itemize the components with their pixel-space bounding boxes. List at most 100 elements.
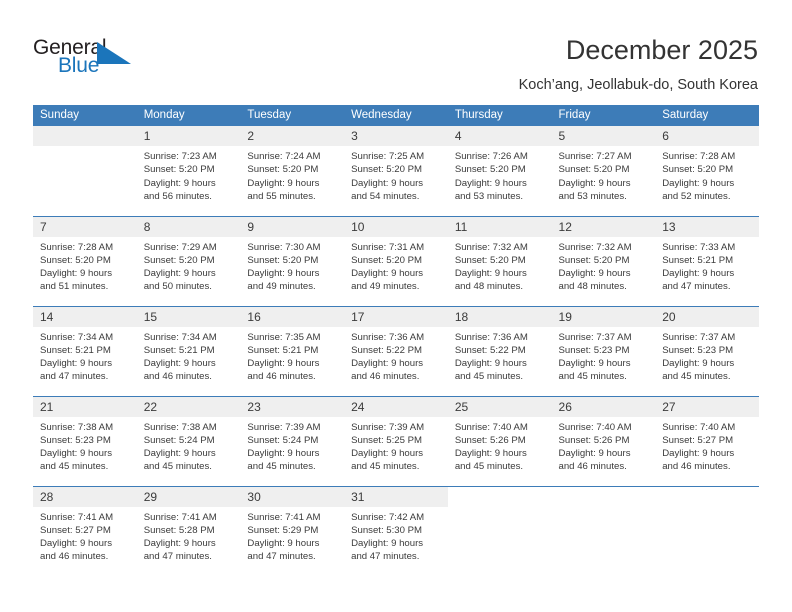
calendar-day-cell[interactable]: 5 Sunrise: 7:27 AM Sunset: 5:20 PM Daylight… [551, 126, 656, 216]
calendar-day-cell[interactable]: 25 Sunrise: 7:40 AM Sunset: 5:26 PM Dayligh… [447, 395, 552, 486]
calendar-day-cell[interactable]: 2 Sunrise: 7:24 AM Sunset: 5:20 PM Daylight… [240, 126, 345, 216]
calendar-day-cell[interactable]: 16 Sunrise: 7:35 AM Sunset: 5:21 PM Dayligh… [240, 305, 345, 396]
day-number: 17 [344, 306, 448, 327]
day-number: 7 [33, 216, 137, 237]
weekday-header-saturday: Saturday [655, 105, 759, 126]
sunset-time: Sunset: 5:28 PM [143, 524, 215, 536]
calendar-day-cell[interactable]: 3 Sunrise: 7:25 AM Sunset: 5:20 PM Daylight… [344, 126, 448, 216]
calendar-empty-cell [551, 485, 656, 576]
day-number: 29 [136, 486, 241, 507]
daylight-duration-line1: Daylight: 9 hours [454, 358, 527, 370]
calendar-day-cell[interactable]: 31 Sunrise: 7:42 AM Sunset: 5:30 PM Dayligh… [344, 485, 448, 576]
daylight-duration-line1: Daylight: 9 hours [558, 358, 631, 370]
sunset-time: Sunset: 5:20 PM [351, 164, 423, 176]
daylight-duration-line1: Daylight: 9 hours [351, 448, 424, 460]
calendar-day-cell[interactable]: 30 Sunrise: 7:41 AM Sunset: 5:29 PM Dayligh… [240, 485, 345, 576]
sunrise-time: Sunrise: 7:35 AM [247, 331, 321, 343]
daylight-duration-line1: Daylight: 9 hours [40, 538, 112, 550]
calendar-day-cell[interactable]: 24 Sunrise: 7:39 AM Sunset: 5:25 PM Dayligh… [344, 395, 448, 486]
general-blue-logo[interactable]: General Blue [33, 36, 153, 82]
sunrise-time: Sunrise: 7:32 AM [454, 241, 528, 253]
daylight-duration-line2: and 54 minutes. [351, 190, 420, 202]
calendar-day-cell[interactable]: 1 Sunrise: 7:23 AM Sunset: 5:20 PM Daylight… [136, 126, 241, 216]
calendar-day-cell[interactable]: 18 Sunrise: 7:36 AM Sunset: 5:22 PM Dayligh… [447, 305, 552, 396]
daylight-duration-line2: and 45 minutes. [351, 461, 420, 473]
sunrise-time: Sunrise: 7:32 AM [558, 241, 632, 253]
daylight-duration-line1: Daylight: 9 hours [558, 268, 631, 280]
daylight-duration-line1: Daylight: 9 hours [143, 268, 216, 280]
logo-text-blue: Blue [58, 54, 100, 77]
daylight-duration-line1: Daylight: 9 hours [247, 448, 320, 460]
sunrise-time: Sunrise: 7:37 AM [662, 331, 736, 343]
weekday-header-thursday: Thursday [447, 105, 552, 126]
day-sun-info: Sunrise: 7:40 AM Sunset: 5:26 PM Daylight:… [448, 417, 552, 474]
calendar-day-cell[interactable]: 15 Sunrise: 7:34 AM Sunset: 5:21 PM Dayligh… [136, 305, 241, 396]
sunrise-time: Sunrise: 7:40 AM [662, 421, 736, 433]
calendar-day-cell[interactable]: 23 Sunrise: 7:39 AM Sunset: 5:24 PM Dayligh… [240, 395, 345, 486]
calendar-day-cell[interactable]: 14 Sunrise: 7:34 AM Sunset: 5:21 PM Dayligh… [33, 305, 137, 396]
weekday-header-friday: Friday [551, 105, 656, 126]
calendar-day-cell[interactable]: 19 Sunrise: 7:37 AM Sunset: 5:23 PM Dayligh… [551, 305, 656, 396]
sunset-time: Sunset: 5:20 PM [247, 164, 319, 176]
sunrise-time: Sunrise: 7:27 AM [558, 151, 632, 162]
sunset-time: Sunset: 5:20 PM [143, 164, 215, 176]
calendar-week-row: 21 Sunrise: 7:38 AM Sunset: 5:23 PM Dayligh… [33, 395, 759, 486]
day-sun-info: Sunrise: 7:32 AM Sunset: 5:20 PM Daylight:… [552, 237, 656, 294]
daylight-duration-line1: Daylight: 9 hours [558, 177, 631, 189]
calendar-day-cell[interactable]: 10 Sunrise: 7:31 AM Sunset: 5:20 PM Dayligh… [344, 215, 448, 306]
day-sun-info: Sunrise: 7:37 AM Sunset: 5:23 PM Daylight:… [552, 327, 656, 384]
sunrise-time: Sunrise: 7:38 AM [40, 421, 114, 433]
sunset-time: Sunset: 5:23 PM [40, 434, 111, 446]
sunset-time: Sunset: 5:26 PM [454, 434, 526, 446]
sunrise-time: Sunrise: 7:31 AM [351, 241, 425, 253]
daylight-duration-line2: and 53 minutes. [558, 190, 627, 202]
sunset-time: Sunset: 5:20 PM [558, 164, 630, 176]
weekday-header-tuesday: Tuesday [240, 105, 345, 126]
sunset-time: Sunset: 5:23 PM [662, 344, 734, 356]
daylight-duration-line2: and 47 minutes. [247, 551, 316, 563]
daylight-duration-line2: and 46 minutes. [558, 461, 627, 473]
calendar-day-cell[interactable]: 29 Sunrise: 7:41 AM Sunset: 5:28 PM Dayligh… [136, 485, 241, 576]
page-subtitle-location: Koch’ang, Jeollabuk-do, South Korea [518, 77, 758, 93]
calendar-day-cell[interactable]: 17 Sunrise: 7:36 AM Sunset: 5:22 PM Dayligh… [344, 305, 448, 396]
calendar-day-cell[interactable]: 8 Sunrise: 7:29 AM Sunset: 5:20 PM Daylight… [136, 215, 241, 306]
day-sun-info: Sunrise: 7:26 AM Sunset: 5:20 PM Daylight:… [448, 146, 552, 203]
sunrise-time: Sunrise: 7:37 AM [558, 331, 632, 343]
day-number: 30 [240, 486, 345, 507]
calendar-day-cell[interactable]: 26 Sunrise: 7:40 AM Sunset: 5:26 PM Dayligh… [551, 395, 656, 486]
sunset-time: Sunset: 5:20 PM [351, 254, 423, 266]
day-number: 9 [240, 216, 345, 237]
daylight-duration-line2: and 45 minutes. [40, 461, 109, 473]
calendar-day-cell[interactable]: 20 Sunrise: 7:37 AM Sunset: 5:23 PM Dayligh… [655, 305, 759, 396]
day-number: 1 [136, 126, 241, 146]
sunset-time: Sunset: 5:20 PM [662, 164, 734, 176]
day-number: 18 [447, 306, 552, 327]
sunset-time: Sunset: 5:24 PM [143, 434, 215, 446]
calendar-day-cell[interactable]: 7 Sunrise: 7:28 AM Sunset: 5:20 PM Daylight… [33, 215, 137, 306]
daylight-duration-line2: and 53 minutes. [454, 190, 524, 202]
sunset-time: Sunset: 5:21 PM [662, 254, 734, 266]
calendar-day-cell[interactable]: 4 Sunrise: 7:26 AM Sunset: 5:20 PM Daylight… [447, 126, 552, 216]
day-sun-info: Sunrise: 7:41 AM Sunset: 5:27 PM Daylight:… [33, 507, 137, 564]
daylight-duration-line1: Daylight: 9 hours [351, 177, 424, 189]
sunset-time: Sunset: 5:20 PM [558, 254, 630, 266]
calendar-day-cell[interactable]: 11 Sunrise: 7:32 AM Sunset: 5:20 PM Dayligh… [447, 215, 552, 306]
daylight-duration-line2: and 45 minutes. [454, 371, 524, 383]
sunset-time: Sunset: 5:29 PM [247, 524, 319, 536]
calendar-empty-cell [447, 485, 552, 576]
day-sun-info: Sunrise: 7:38 AM Sunset: 5:23 PM Daylight:… [33, 417, 137, 474]
sunrise-time: Sunrise: 7:42 AM [351, 511, 425, 523]
calendar-day-cell[interactable]: 12 Sunrise: 7:32 AM Sunset: 5:20 PM Dayligh… [551, 215, 656, 306]
calendar-day-cell[interactable]: 22 Sunrise: 7:38 AM Sunset: 5:24 PM Dayligh… [136, 395, 241, 486]
day-number: 22 [136, 396, 241, 417]
calendar-day-cell[interactable]: 6 Sunrise: 7:28 AM Sunset: 5:20 PM Daylight… [655, 126, 759, 216]
day-sun-info: Sunrise: 7:41 AM Sunset: 5:28 PM Daylight:… [137, 507, 241, 564]
day-sun-info: Sunrise: 7:42 AM Sunset: 5:30 PM Daylight:… [344, 507, 448, 564]
calendar-day-cell[interactable]: 13 Sunrise: 7:33 AM Sunset: 5:21 PM Dayligh… [655, 215, 759, 306]
sunset-time: Sunset: 5:21 PM [40, 344, 111, 356]
calendar-day-cell[interactable]: 27 Sunrise: 7:40 AM Sunset: 5:27 PM Dayligh… [655, 395, 759, 486]
calendar-day-cell[interactable]: 9 Sunrise: 7:30 AM Sunset: 5:20 PM Daylight… [240, 215, 345, 306]
calendar-day-cell[interactable]: 21 Sunrise: 7:38 AM Sunset: 5:23 PM Dayligh… [33, 395, 137, 486]
daylight-duration-line2: and 45 minutes. [454, 461, 524, 473]
calendar-day-cell[interactable]: 28 Sunrise: 7:41 AM Sunset: 5:27 PM Dayligh… [33, 485, 137, 576]
